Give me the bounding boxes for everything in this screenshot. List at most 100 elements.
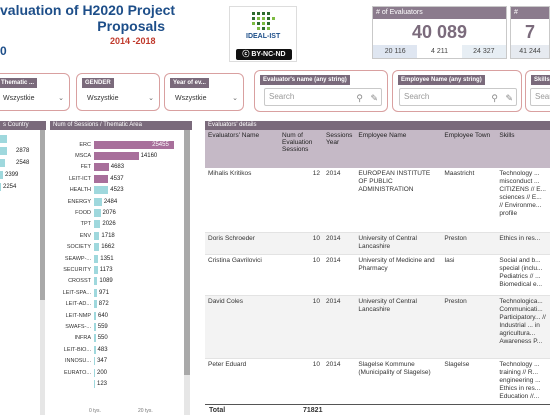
- thematic-bar-row[interactable]: ERC 25455: [50, 139, 192, 150]
- col-sessions[interactable]: Num of Evaluation Sessions: [279, 130, 323, 168]
- country-bar[interactable]: [0, 171, 3, 179]
- thematic-bar[interactable]: [94, 265, 98, 274]
- eraser-icon[interactable]: ✎: [370, 90, 378, 106]
- thematic-bar[interactable]: [94, 357, 96, 366]
- thematic-bar[interactable]: [94, 277, 98, 286]
- thematic-bar[interactable]: [94, 152, 139, 161]
- country-value: 2399: [5, 172, 19, 178]
- country-panel-title: s Country: [0, 121, 46, 130]
- country-scrollbar[interactable]: [40, 130, 45, 415]
- evaluator-name-search[interactable]: Search ⚲ ✎: [264, 88, 382, 106]
- cell-name: Peter Eduard: [205, 358, 279, 405]
- country-scroll-thumb[interactable]: [40, 130, 45, 300]
- cell-name: Doris Schroeder: [205, 232, 279, 255]
- ideal-ist-logo: IDEAL-IST ⓒ BY-NC-ND: [229, 6, 297, 62]
- thematic-scroll-thumb[interactable]: [184, 130, 190, 375]
- thematic-bar-row[interactable]: LEIT-SPA... 971: [50, 287, 192, 298]
- thematic-bar[interactable]: [94, 300, 97, 309]
- thematic-bar-row[interactable]: INFRA 550: [50, 333, 192, 344]
- thematic-bar-row[interactable]: EURATO... 200: [50, 367, 192, 378]
- thematic-filter[interactable]: Thematic ... Wszystkie ⌄: [0, 73, 70, 111]
- thematic-category-label: TPT: [80, 221, 91, 228]
- cell-sessions: 10: [279, 295, 323, 359]
- employee-name-search[interactable]: Search ⚲ ✎: [399, 88, 517, 106]
- thematic-bar-row[interactable]: SWAFS-... 559: [50, 321, 192, 332]
- thematic-bar-row[interactable]: 123: [50, 378, 192, 389]
- thematic-bar-row[interactable]: ENERGY 2484: [50, 196, 192, 207]
- thematic-filter-value: Wszystkie: [3, 95, 35, 102]
- thematic-bar-row[interactable]: ENV 1718: [50, 230, 192, 241]
- table-row[interactable]: Doris Schroeder 10 2014 University of Ce…: [205, 232, 550, 255]
- col-employee[interactable]: Employee Name: [355, 130, 442, 168]
- evaluators-table: Evaluators' Name Num of Evaluation Sessi…: [205, 130, 550, 405]
- year-filter[interactable]: Year of ev... Wszystkie ⌄: [164, 73, 244, 111]
- table-row[interactable]: Cristina Gavrilovici 10 2014 University …: [205, 254, 550, 296]
- thematic-bar[interactable]: [94, 197, 102, 206]
- thematic-bar-row[interactable]: TPT 2026: [50, 219, 192, 230]
- search-icon: ⚲: [356, 93, 363, 103]
- country-bar[interactable]: [0, 147, 7, 155]
- cell-town: Preston: [441, 295, 497, 359]
- year-end: 2018: [135, 36, 156, 46]
- thematic-bar[interactable]: [94, 243, 100, 252]
- thematic-panel: Num of Sessions / Thematic Area ERC 25455…: [50, 121, 192, 415]
- thematic-bar-row[interactable]: LEIT-BIO... 483: [50, 344, 192, 355]
- thematic-bar[interactable]: [94, 220, 101, 229]
- thematic-bar-row[interactable]: LEIT-ICT 4537: [50, 173, 192, 184]
- title-line-1: valuation of H2020 Project: [0, 2, 176, 18]
- thematic-category-label: LEIT-BIO...: [63, 346, 91, 353]
- country-bar[interactable]: [0, 183, 1, 191]
- thematic-bar-row[interactable]: INNOSU... 347: [50, 355, 192, 366]
- thematic-bar[interactable]: [94, 209, 101, 218]
- cell-year: 2014: [323, 168, 356, 233]
- thematic-bar-value: 1173: [99, 266, 113, 273]
- country-value: 2254: [3, 184, 17, 190]
- col-year[interactable]: Sessions Year: [323, 130, 356, 168]
- thematic-bar[interactable]: [94, 345, 96, 354]
- thematic-bar-row[interactable]: SOCIETY 1662: [50, 242, 192, 253]
- table-row[interactable]: Peter Eduard 10 2014 Slagelse Kommune (M…: [205, 358, 550, 405]
- thematic-bar-value: 1351: [100, 255, 114, 262]
- thematic-bar[interactable]: [94, 174, 109, 183]
- table-row[interactable]: Mihalis Kritikos 12 2014 EUROPEAN INSTIT…: [205, 168, 550, 233]
- cell-employee: University of Central Lancashire: [355, 295, 442, 359]
- thematic-category-label: INFRA: [74, 335, 92, 342]
- thematic-bar-row[interactable]: LEIT-AD... 872: [50, 298, 192, 309]
- country-bar[interactable]: [0, 135, 7, 143]
- thematic-bar-value: 2026: [102, 221, 116, 228]
- search-icon: ⚲: [491, 93, 498, 103]
- thematic-bar-row[interactable]: FET 4683: [50, 162, 192, 173]
- thematic-bar-row[interactable]: LEIT-NMP 640: [50, 310, 192, 321]
- thematic-bar[interactable]: [94, 288, 98, 297]
- country-bar[interactable]: [0, 159, 5, 167]
- thematic-bar[interactable]: [94, 163, 109, 172]
- thematic-bar[interactable]: [94, 231, 100, 240]
- skills-search[interactable]: Search: [530, 88, 550, 106]
- evaluators-sub-2: 4 211: [417, 45, 462, 58]
- thematic-category-label: LEIT-AD...: [65, 301, 91, 308]
- thematic-bar-row[interactable]: CROSST 1089: [50, 276, 192, 287]
- col-town[interactable]: Employee Town: [441, 130, 497, 168]
- thematic-bar-row[interactable]: SECURITY 1173: [50, 264, 192, 275]
- thematic-bar[interactable]: [94, 368, 95, 377]
- thematic-bar-value: 872: [98, 301, 109, 308]
- thematic-bar-value: 2076: [102, 210, 116, 217]
- thematic-bar-row[interactable]: FOOD 2076: [50, 207, 192, 218]
- eraser-icon[interactable]: ✎: [505, 90, 513, 106]
- table-row[interactable]: David Coles 10 2014 University of Centra…: [205, 295, 550, 359]
- skills-filter: Skills Search: [525, 70, 550, 112]
- thematic-bar[interactable]: [94, 186, 109, 195]
- col-evaluator-name[interactable]: Evaluators' Name: [205, 130, 279, 168]
- gender-filter[interactable]: GENDER Wszystkie ⌄: [76, 73, 160, 111]
- thematic-bar[interactable]: [94, 322, 96, 331]
- thematic-scrollbar[interactable]: [184, 130, 190, 415]
- thematic-bar-row[interactable]: HEALTH 4523: [50, 185, 192, 196]
- thematic-bar[interactable]: [94, 311, 96, 320]
- thematic-bar[interactable]: [94, 334, 96, 343]
- thematic-bar-row[interactable]: SEAWP-... 1351: [50, 253, 192, 264]
- cell-name: David Coles: [205, 295, 279, 359]
- thematic-bar-row[interactable]: MSCA 14160: [50, 150, 192, 161]
- thematic-bar[interactable]: [94, 379, 95, 388]
- thematic-bar[interactable]: [94, 254, 99, 263]
- col-skills[interactable]: Skills: [496, 130, 550, 168]
